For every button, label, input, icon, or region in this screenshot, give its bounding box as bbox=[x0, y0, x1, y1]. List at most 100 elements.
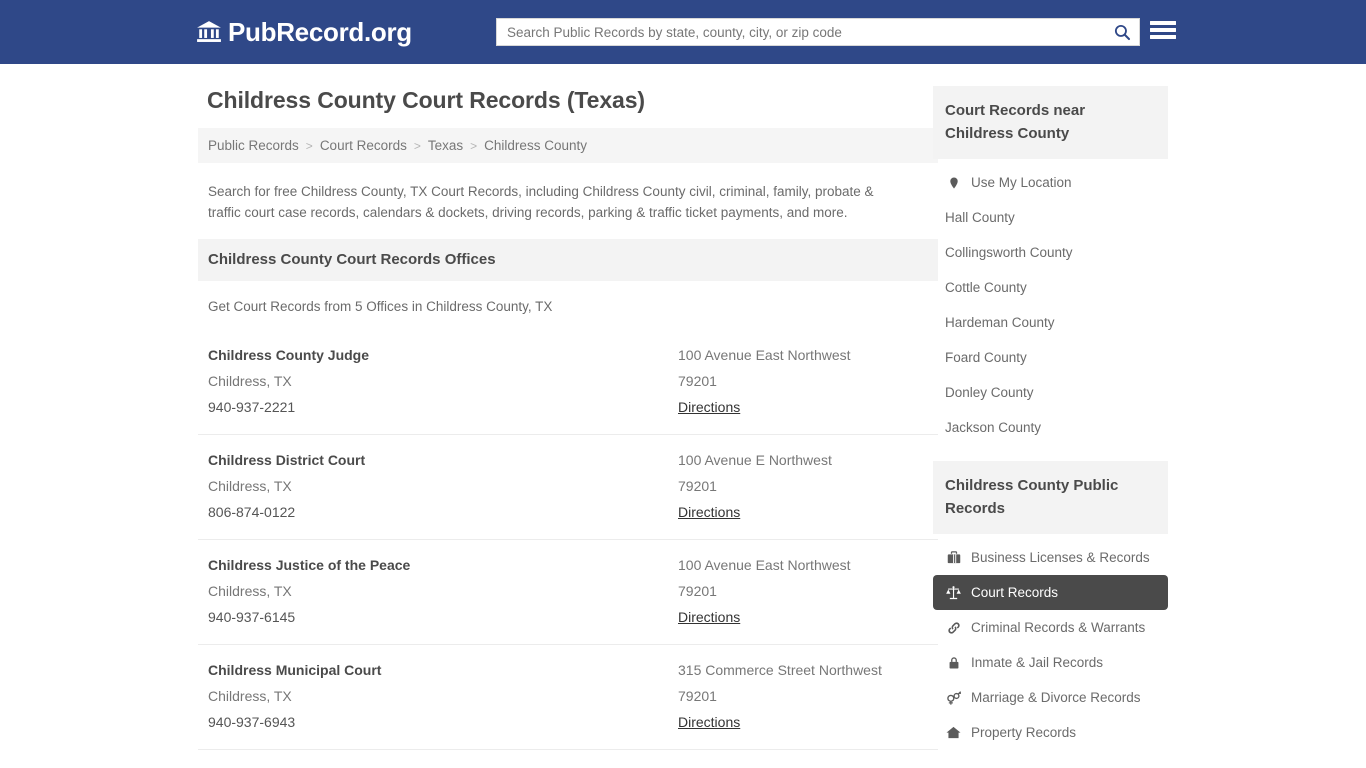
office-name: Childress Municipal Court bbox=[208, 662, 382, 678]
public-records-item-label: Property Records bbox=[971, 725, 1077, 740]
office-info: Childress Texas Department of JusticeChi… bbox=[208, 762, 678, 768]
breadcrumb-item-texas[interactable]: Texas bbox=[428, 138, 463, 153]
office-phone: 940-937-6145 bbox=[208, 609, 296, 625]
main-column: Childress County Court Records (Texas) P… bbox=[198, 86, 938, 768]
directions-link[interactable]: Directions bbox=[678, 709, 740, 735]
office-street: 315 Commerce Street Northwest bbox=[678, 662, 882, 678]
nearby-item-label: Cottle County bbox=[945, 280, 1027, 295]
nearby-item-label: Hall County bbox=[945, 210, 1015, 225]
offices-section-heading: Childress County Court Records Offices bbox=[198, 239, 938, 281]
public-records-heading: Childress County Public Records bbox=[933, 461, 1168, 534]
breadcrumb-item-public-records[interactable]: Public Records bbox=[208, 138, 299, 153]
breadcrumb-separator: > bbox=[470, 138, 478, 153]
directions-link[interactable]: Directions bbox=[678, 604, 740, 630]
site-header: PubRecord.org bbox=[0, 0, 1366, 64]
search-icon bbox=[1113, 23, 1132, 42]
office-row: Childress Texas Department of JusticeChi… bbox=[198, 749, 938, 768]
nearby-item-label: Collingsworth County bbox=[945, 245, 1073, 260]
hamburger-bar bbox=[1150, 28, 1176, 32]
public-records-item-criminal-records-warrants[interactable]: Criminal Records & Warrants bbox=[933, 610, 1168, 645]
breadcrumb-separator: > bbox=[413, 138, 421, 153]
breadcrumb-separator: > bbox=[305, 138, 313, 153]
office-address: Farm to Market Road 16479201Directions bbox=[678, 762, 928, 768]
offices-list: Childress County Judge Childress, TX 940-9… bbox=[198, 330, 938, 768]
office-phone: 806-874-0122 bbox=[208, 504, 296, 520]
nearby-court-records-box: Court Records near Childress County Use … bbox=[933, 86, 1168, 445]
public-records-item-inmate-jail-records[interactable]: Inmate & Jail Records bbox=[933, 645, 1168, 680]
hamburger-bar bbox=[1150, 35, 1176, 39]
nearby-item-cottle-county[interactable]: Cottle County bbox=[933, 270, 1168, 305]
breadcrumb-item-court-records[interactable]: Court Records bbox=[320, 138, 407, 153]
office-zip: 79201 bbox=[678, 688, 717, 704]
office-row: Childress District Court Childress, TX 806… bbox=[198, 434, 938, 539]
public-records-item-court-records[interactable]: Court Records bbox=[933, 575, 1168, 610]
nearby-heading: Court Records near Childress County bbox=[933, 86, 1168, 159]
office-city: Childress, TX bbox=[208, 583, 292, 599]
nearby-item-hall-county[interactable]: Hall County bbox=[933, 200, 1168, 235]
office-address: 315 Commerce Street Northwest 79201 Direct… bbox=[678, 657, 928, 735]
search-input[interactable] bbox=[497, 19, 1105, 45]
nearby-item-label: Donley County bbox=[945, 385, 1034, 400]
map-pin-icon bbox=[945, 175, 962, 191]
hamburger-bar bbox=[1150, 21, 1176, 25]
office-info: Childress County Judge Childress, TX 940-9… bbox=[208, 342, 678, 420]
nearby-item-label: Foard County bbox=[945, 350, 1027, 365]
sidebar: Court Records near Childress County Use … bbox=[933, 86, 1168, 768]
public-records-item-business-licenses-records[interactable]: Business Licenses & Records bbox=[933, 540, 1168, 575]
breadcrumb: Public Records > Court Records > Texas > Child… bbox=[198, 128, 938, 163]
office-street: 100 Avenue East Northwest bbox=[678, 557, 851, 573]
offices-section-subheading: Get Court Records from 5 Offices in Chil… bbox=[208, 299, 553, 314]
office-street: Farm to Market Road 164 bbox=[678, 762, 928, 768]
nearby-item-label: Jackson County bbox=[945, 420, 1042, 435]
office-address: 100 Avenue East Northwest 79201 Directions bbox=[678, 552, 928, 630]
office-row: Childress Justice of the Peace Childress,… bbox=[198, 539, 938, 644]
nearby-item-label: Use My Location bbox=[971, 175, 1072, 190]
search-button[interactable] bbox=[1105, 19, 1139, 45]
office-zip: 79201 bbox=[678, 373, 717, 389]
office-name: Childress District Court bbox=[208, 452, 366, 468]
office-row: Childress County Judge Childress, TX 940-9… bbox=[198, 330, 938, 434]
public-records-item-label: Criminal Records & Warrants bbox=[971, 620, 1146, 635]
office-info: Childress District Court Childress, TX 806… bbox=[208, 447, 678, 525]
office-city: Childress, TX bbox=[208, 478, 292, 494]
office-row: Childress Municipal Court Childress, TX 94… bbox=[198, 644, 938, 749]
page-body: Childress County Court Records (Texas) P… bbox=[0, 64, 1366, 768]
nearby-item-jackson-county[interactable]: Jackson County bbox=[933, 410, 1168, 445]
office-info: Childress Municipal Court Childress, TX 94… bbox=[208, 657, 678, 735]
site-logo[interactable]: PubRecord.org bbox=[196, 19, 412, 45]
breadcrumb-item-childress-county: Childress County bbox=[484, 138, 587, 153]
public-records-item-label: Marriage & Divorce Records bbox=[971, 690, 1141, 705]
office-info: Childress Justice of the Peace Childress,… bbox=[208, 552, 678, 630]
office-name: Childress County Judge bbox=[208, 347, 370, 363]
office-city: Childress, TX bbox=[208, 373, 292, 389]
nearby-list: Use My Location Hall County Collingsworth … bbox=[933, 159, 1168, 445]
venus-mars-icon bbox=[945, 690, 962, 706]
office-city: Childress, TX bbox=[208, 688, 292, 704]
office-zip: 79201 bbox=[678, 583, 717, 599]
nearby-item-use-my-location[interactable]: Use My Location bbox=[933, 165, 1168, 200]
directions-link[interactable]: Directions bbox=[678, 499, 740, 525]
office-phone: 940-937-6943 bbox=[208, 714, 296, 730]
site-logo-text: PubRecord.org bbox=[228, 17, 412, 47]
public-records-item-label: Inmate & Jail Records bbox=[971, 655, 1104, 670]
briefcase-icon bbox=[945, 550, 962, 566]
bank-building-icon bbox=[196, 19, 222, 45]
office-address: 100 Avenue E Northwest 79201 Directions bbox=[678, 447, 928, 525]
directions-link[interactable]: Directions bbox=[678, 394, 740, 420]
page-title: Childress County Court Records (Texas) bbox=[207, 87, 645, 113]
hamburger-menu-icon[interactable] bbox=[1150, 19, 1176, 41]
nearby-item-donley-county[interactable]: Donley County bbox=[933, 375, 1168, 410]
lock-icon bbox=[945, 655, 962, 671]
nearby-item-collingsworth-county[interactable]: Collingsworth County bbox=[933, 235, 1168, 270]
office-street: 100 Avenue E Northwest bbox=[678, 452, 832, 468]
office-street: 100 Avenue East Northwest bbox=[678, 347, 851, 363]
nearby-item-foard-county[interactable]: Foard County bbox=[933, 340, 1168, 375]
public-records-item-label: Court Records bbox=[971, 585, 1059, 600]
public-records-item-marriage-divorce-records[interactable]: Marriage & Divorce Records bbox=[933, 680, 1168, 715]
office-address: 100 Avenue East Northwest 79201 Directions bbox=[678, 342, 928, 420]
link-chain-icon bbox=[945, 620, 962, 636]
nearby-item-hardeman-county[interactable]: Hardeman County bbox=[933, 305, 1168, 340]
nearby-item-label: Hardeman County bbox=[945, 315, 1055, 330]
public-records-item-property-records[interactable]: Property Records bbox=[933, 715, 1168, 750]
office-phone: 940-937-2221 bbox=[208, 399, 296, 415]
